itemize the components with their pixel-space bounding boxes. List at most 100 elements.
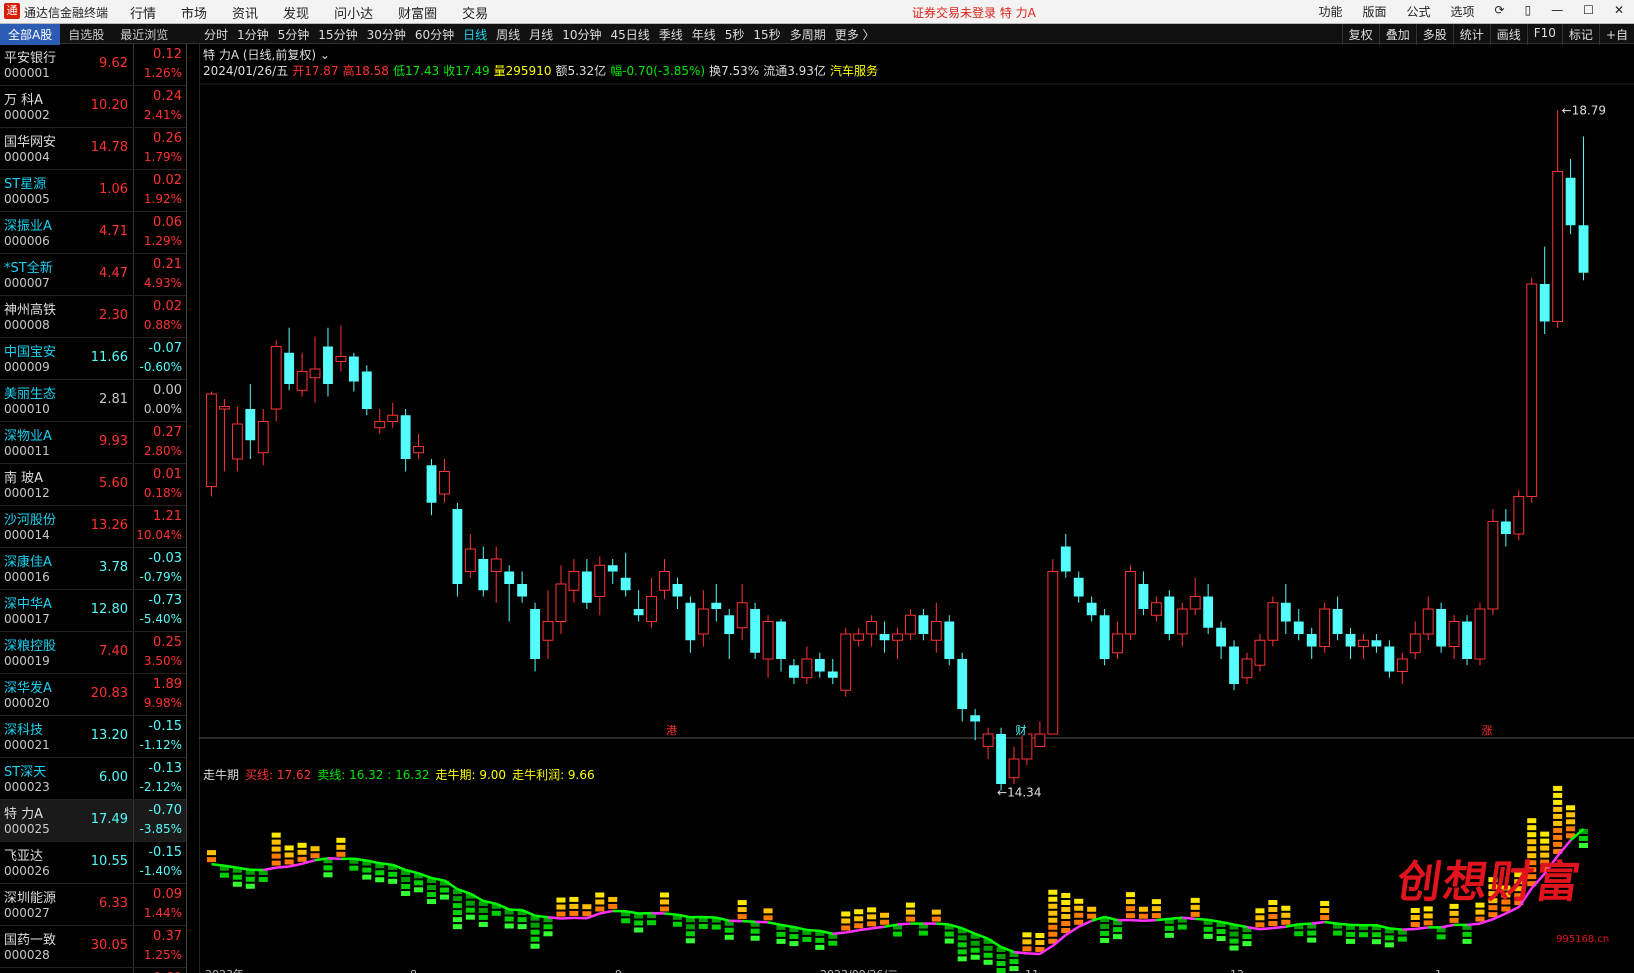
stock-row[interactable]: 深粮控股 000019 7.40 0.25 3.50% (0, 632, 186, 674)
menu-item-formula[interactable]: 公式 (1406, 3, 1430, 20)
stock-row[interactable]: 深科技 000021 13.20 -0.15 -1.12% (0, 716, 186, 758)
kline-chart-area[interactable]: ←18.79←14.34财港涨2023年892023/09/26/二11121 … (199, 44, 1634, 973)
indicator-line (1389, 927, 1403, 931)
stock-row[interactable]: 深圳能源 000027 6.33 0.09 1.44% (0, 884, 186, 926)
indicator-bar (310, 846, 320, 852)
stock-row[interactable]: 深华发A 000020 20.83 1.89 9.98% (0, 674, 186, 716)
tool-button-7[interactable]: +自 (1598, 24, 1634, 45)
candle-body (296, 371, 308, 391)
period-12[interactable]: 年线 (692, 26, 716, 43)
period-5[interactable]: 60分钟 (415, 26, 454, 43)
period-8[interactable]: 月线 (529, 26, 553, 43)
menu-item-ask[interactable]: 问小达 (334, 3, 373, 22)
tab-all-a-shares[interactable]: 全部A股 (0, 24, 61, 45)
period-16[interactable]: 更多 〉 (835, 26, 875, 43)
menu-item-discover[interactable]: 发现 (283, 3, 309, 22)
kline-svg[interactable]: ←18.79 ←14.34 财 港 涨 2023年 8 9 2023/09/26/二 11 12 1 (199, 44, 1634, 973)
refresh-icon[interactable]: ⟳ (1495, 3, 1505, 20)
maximize-icon[interactable]: ☐ (1583, 3, 1594, 20)
stock-row[interactable]: 深物业A 000011 9.93 0.27 2.80% (0, 422, 186, 464)
watermark-url: 995168.cn (1556, 934, 1610, 945)
indicator-bar (452, 910, 462, 916)
stock-pct: 9.98% (143, 696, 182, 710)
candle-body (1371, 640, 1382, 647)
indicator-name[interactable]: 走牛期 (203, 766, 239, 783)
sector-readout[interactable]: 汽车服务 (830, 62, 878, 79)
indicator-bar (763, 908, 773, 914)
menu-item-function[interactable]: 功能 (1318, 3, 1342, 20)
stock-row[interactable]: 国华网安 000004 14.78 0.26 1.79% (0, 128, 186, 170)
period-1[interactable]: 1分钟 (237, 26, 269, 43)
stock-row[interactable]: ST星源 000005 1.06 0.02 1.92% (0, 170, 186, 212)
indicator-bar (1475, 909, 1485, 915)
stock-row[interactable]: 深康佳A 000016 3.78 -0.03 -0.79% (0, 548, 186, 590)
stock-row[interactable]: 南 玻A 000012 5.60 0.01 0.18% (0, 464, 186, 506)
indicator-bar (1190, 911, 1200, 917)
stock-row[interactable]: 深深房A00002911.890.69 (0, 968, 186, 973)
indicator-line (1415, 926, 1429, 931)
period-13[interactable]: 5秒 (725, 26, 745, 43)
trade-login-notice[interactable]: 证券交易未登录 特 力A (912, 4, 1036, 21)
period-0[interactable]: 分时 (204, 26, 228, 43)
stock-row[interactable]: 万 科A 000002 10.20 0.24 2.41% (0, 86, 186, 128)
menu-item-wealth[interactable]: 财富圈 (398, 3, 437, 22)
tool-button-4[interactable]: 画线 (1489, 24, 1527, 45)
period-3[interactable]: 15分钟 (318, 26, 357, 43)
minimize-icon[interactable]: — (1551, 3, 1563, 20)
menu-item-layout[interactable]: 版面 (1362, 3, 1386, 20)
indicator-bar (1100, 923, 1110, 929)
indicator-bar (1074, 905, 1084, 911)
tab-watchlist[interactable]: 自选股 (60, 24, 112, 45)
phone-icon[interactable]: ▯ (1525, 3, 1532, 20)
stock-row[interactable]: 特 力A 000025 17.49 -0.70 -3.85% (0, 800, 186, 842)
menu-item-news[interactable]: 资讯 (232, 3, 258, 22)
period-4[interactable]: 30分钟 (367, 26, 406, 43)
stock-row[interactable]: 深振业A 000006 4.71 0.06 1.29% (0, 212, 186, 254)
period-9[interactable]: 10分钟 (562, 26, 601, 43)
stock-row[interactable]: 飞亚达 000026 10.55 -0.15 -1.40% (0, 842, 186, 884)
period-10[interactable]: 45日线 (610, 26, 649, 43)
stock-code: 000019 (4, 654, 50, 668)
indicator-line (1402, 927, 1416, 931)
menu-item-options[interactable]: 选项 (1450, 3, 1474, 20)
stock-code: 000006 (4, 234, 50, 248)
period-11[interactable]: 季线 (659, 26, 683, 43)
indicator-bar (1061, 906, 1071, 912)
indicator-bar (271, 853, 281, 859)
tool-button-6[interactable]: 标记 (1561, 24, 1599, 45)
period-15[interactable]: 多周期 (790, 26, 826, 43)
indicator-bar (1048, 917, 1058, 923)
stock-row[interactable]: 中国宝安 000009 11.66 -0.07 -0.60% (0, 338, 186, 380)
period-7[interactable]: 周线 (496, 26, 520, 43)
tool-button-1[interactable]: 叠加 (1378, 24, 1416, 45)
tool-button-3[interactable]: 统计 (1452, 24, 1490, 45)
bull-profit-readout: 走牛利润: 9.66 (512, 768, 595, 782)
stock-row[interactable]: 平安银行 000001 9.62 0.12 1.26% (0, 44, 186, 86)
stock-row[interactable]: 沙河股份 000014 13.26 1.21 10.04% (0, 506, 186, 548)
indicator-bar (711, 924, 721, 930)
indicator-bar (1035, 939, 1045, 945)
tool-button-5[interactable]: F10 (1526, 24, 1562, 45)
period-6[interactable]: 日线 (463, 26, 487, 43)
menu-item-market[interactable]: 行情 (130, 3, 156, 22)
close-icon[interactable]: ✕ (1614, 3, 1624, 20)
chevron-down-icon[interactable]: ⌄ (320, 48, 330, 62)
stock-pct: 1.29% (143, 234, 182, 248)
stock-row[interactable]: *ST全新 000007 4.47 0.21 4.93% (0, 254, 186, 296)
period-14[interactable]: 15秒 (753, 26, 780, 43)
period-2[interactable]: 5分钟 (278, 26, 310, 43)
stock-row[interactable]: 美丽生态 000010 2.81 0.00 0.00% (0, 380, 186, 422)
stock-name: 深粮控股 (4, 639, 57, 654)
tab-recent[interactable]: 最近浏览 (112, 24, 176, 45)
stock-row[interactable]: 国药一致 000028 30.05 0.37 1.25% (0, 926, 186, 968)
candle-body (1513, 496, 1525, 535)
candle-body (1021, 733, 1033, 760)
stock-row[interactable]: 深中华A 000017 12.80 -0.73 -5.40% (0, 590, 186, 632)
menu-item-trade[interactable]: 交易 (462, 3, 488, 22)
tool-button-2[interactable]: 多股 (1415, 24, 1453, 45)
indicator-bar (1553, 820, 1563, 826)
tool-button-0[interactable]: 复权 (1341, 24, 1379, 45)
menu-item-markets[interactable]: 市场 (181, 3, 207, 22)
stock-row[interactable]: 神州高铁 000008 2.30 0.02 0.88% (0, 296, 186, 338)
stock-row[interactable]: ST深天 000023 6.00 -0.13 -2.12% (0, 758, 186, 800)
